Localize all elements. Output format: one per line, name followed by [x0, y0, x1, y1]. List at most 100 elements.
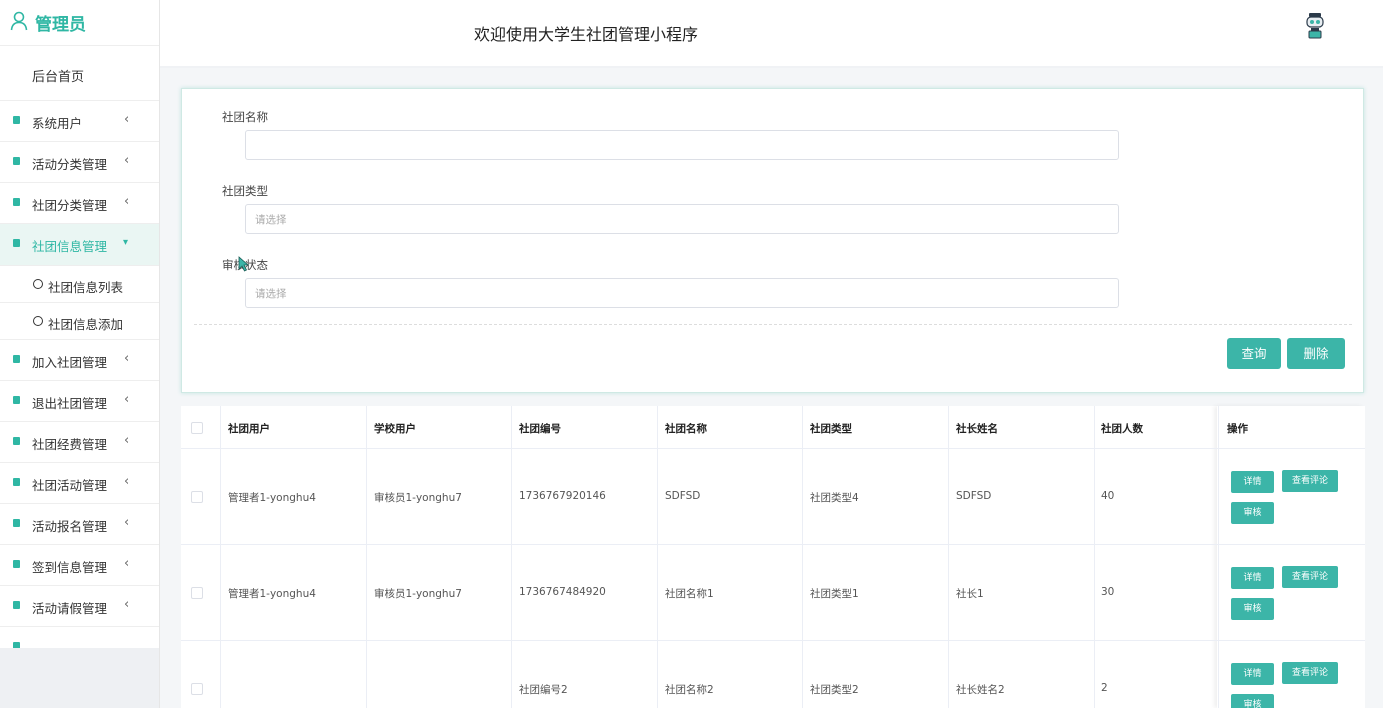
- sidebar-item-label: 加入社团管理: [32, 355, 108, 370]
- divider: [194, 324, 1352, 325]
- sidebar-item-label: 活动报名管理: [32, 519, 108, 534]
- sidebar-item-checkin[interactable]: 签到信息管理 ‹: [0, 545, 159, 586]
- chevron-left-icon: ‹: [124, 556, 130, 571]
- file-icon: [13, 355, 20, 363]
- sidebar-item-club-funds[interactable]: 社团经费管理 ‹: [0, 422, 159, 463]
- chevron-down-icon: ▾: [123, 237, 129, 248]
- file-icon: [13, 116, 20, 124]
- check-circle-icon: [33, 279, 43, 289]
- cell-club-no: 社团编号2: [519, 684, 568, 696]
- search-panel: 社团名称 社团类型 请选择 审核状态 请选择 查询 删除: [181, 88, 1364, 393]
- sidebar-bottom: [0, 648, 159, 708]
- chevron-left-icon: ‹: [124, 112, 130, 127]
- cell-members: 30: [1101, 586, 1115, 598]
- sidebar-item-label: 系统用户: [32, 116, 83, 131]
- sidebar-item-label: 后台首页: [32, 70, 85, 85]
- sidebar-item-cutoff[interactable]: [0, 627, 159, 649]
- club-type-label: 社团类型: [222, 184, 268, 198]
- sidebar-item-club-activity[interactable]: 社团活动管理 ‹: [0, 463, 159, 504]
- detail-button[interactable]: 详情: [1231, 567, 1274, 589]
- cell-leader: 社长姓名2: [956, 684, 1005, 696]
- sidebar-item-join-club[interactable]: 加入社团管理 ‹: [0, 340, 159, 381]
- sidebar-item-system-users[interactable]: 系统用户 ‹: [0, 101, 159, 142]
- sidebar-subitem-club-info-list[interactable]: 社团信息列表: [0, 266, 159, 303]
- sidebar-item-label: 社团分类管理: [32, 198, 108, 213]
- robot-avatar-icon[interactable]: [1306, 12, 1324, 40]
- file-icon: [13, 560, 20, 568]
- sidebar-item-activity-category[interactable]: 活动分类管理 ‹: [0, 142, 159, 183]
- sidebar-item-home[interactable]: 后台首页: [0, 46, 159, 101]
- sidebar-item-label: 签到信息管理: [32, 560, 108, 575]
- detail-button[interactable]: 详情: [1231, 663, 1274, 685]
- table-row: 社团编号2 社团名称2 社团类型2 社长姓名2 2 详情 查看评论 审核: [181, 641, 1365, 708]
- cell-club-type: 社团类型2: [810, 684, 859, 696]
- check-circle-icon: [33, 316, 43, 326]
- cell-club-name: 社团名称2: [665, 684, 714, 696]
- club-type-select[interactable]: 请选择: [245, 204, 1119, 234]
- sidebar-item-label: 退出社团管理: [32, 396, 108, 411]
- audit-status-select[interactable]: 请选择: [245, 278, 1119, 308]
- user-icon: [10, 11, 28, 31]
- row-checkbox[interactable]: [191, 587, 203, 599]
- club-name-input[interactable]: [245, 130, 1119, 160]
- mouse-cursor-icon: [238, 256, 250, 272]
- chevron-left-icon: ‹: [124, 351, 130, 366]
- sidebar-item-label: 社团信息管理: [32, 239, 108, 254]
- view-comments-button[interactable]: 查看评论: [1282, 662, 1338, 684]
- audit-button[interactable]: 审核: [1231, 598, 1274, 620]
- sidebar-item-activity-leave[interactable]: 活动请假管理 ‹: [0, 586, 159, 627]
- table-row: 管理者1-yonghu4 审核员1-yonghu7 1736767920146 …: [181, 449, 1365, 545]
- cell-club-user: 管理者1-yonghu4: [228, 588, 316, 600]
- audit-button[interactable]: 审核: [1231, 502, 1274, 524]
- cell-club-name: SDFSD: [665, 490, 701, 502]
- file-icon: [13, 157, 20, 165]
- cell-club-type: 社团类型1: [810, 588, 859, 600]
- audit-status-placeholder: 请选择: [255, 288, 287, 300]
- sidebar-subitem-label: 社团信息列表: [48, 280, 124, 295]
- sidebar-subitem-club-info-add[interactable]: 社团信息添加: [0, 303, 159, 340]
- table-row: 管理者1-yonghu4 审核员1-yonghu7 1736767484920 …: [181, 545, 1365, 641]
- row-checkbox[interactable]: [191, 683, 203, 695]
- sidebar-item-label: 社团经费管理: [32, 437, 108, 452]
- chevron-left-icon: ‹: [124, 597, 130, 612]
- file-icon: [13, 198, 20, 206]
- column-header: 社团人数: [1101, 423, 1143, 435]
- cell-club-name: 社团名称1: [665, 588, 714, 600]
- cell-school-user: 审核员1-yonghu7: [374, 492, 462, 504]
- club-table: 社团用户 学校用户 社团编号 社团名称 社团类型 社长姓名 社团人数 操作 管理…: [181, 406, 1365, 708]
- sidebar-item-club-info[interactable]: 社团信息管理 ▾: [0, 224, 159, 266]
- cell-club-no: 1736767484920: [519, 586, 606, 598]
- sidebar-item-label: 活动分类管理: [32, 157, 108, 172]
- sidebar-brand: 管理员: [0, 0, 159, 46]
- cell-club-type: 社团类型4: [810, 492, 859, 504]
- top-header: 欢迎使用大学生社团管理小程序: [160, 0, 1383, 68]
- sidebar-item-activity-signup[interactable]: 活动报名管理 ‹: [0, 504, 159, 545]
- cell-leader: SDFSD: [956, 490, 992, 502]
- cell-school-user: 审核员1-yonghu7: [374, 588, 462, 600]
- detail-button[interactable]: 详情: [1231, 471, 1274, 493]
- column-header: 社团用户: [228, 423, 270, 435]
- row-checkbox[interactable]: [191, 491, 203, 503]
- chevron-left-icon: ‹: [124, 392, 130, 407]
- table-header: 社团用户 学校用户 社团编号 社团名称 社团类型 社长姓名 社团人数 操作: [181, 406, 1365, 449]
- view-comments-button[interactable]: 查看评论: [1282, 566, 1338, 588]
- sidebar-item-quit-club[interactable]: 退出社团管理 ‹: [0, 381, 159, 422]
- column-header: 社团名称: [665, 423, 707, 435]
- brand-title: 管理员: [35, 15, 86, 35]
- delete-button[interactable]: 删除: [1287, 338, 1345, 369]
- page-title: 欢迎使用大学生社团管理小程序: [474, 25, 699, 44]
- column-header: 社长姓名: [956, 423, 998, 435]
- column-header: 社团编号: [519, 423, 561, 435]
- sidebar-item-label: 社团活动管理: [32, 478, 108, 493]
- cell-club-no: 1736767920146: [519, 490, 606, 502]
- club-name-label: 社团名称: [222, 110, 268, 124]
- column-header: 社团类型: [810, 423, 852, 435]
- cell-members: 2: [1101, 682, 1108, 694]
- sidebar-item-club-category[interactable]: 社团分类管理 ‹: [0, 183, 159, 224]
- audit-button[interactable]: 审核: [1231, 694, 1274, 708]
- file-icon: [13, 519, 20, 527]
- file-icon: [13, 478, 20, 486]
- query-button[interactable]: 查询: [1227, 338, 1281, 369]
- view-comments-button[interactable]: 查看评论: [1282, 470, 1338, 492]
- select-all-checkbox[interactable]: [191, 422, 203, 434]
